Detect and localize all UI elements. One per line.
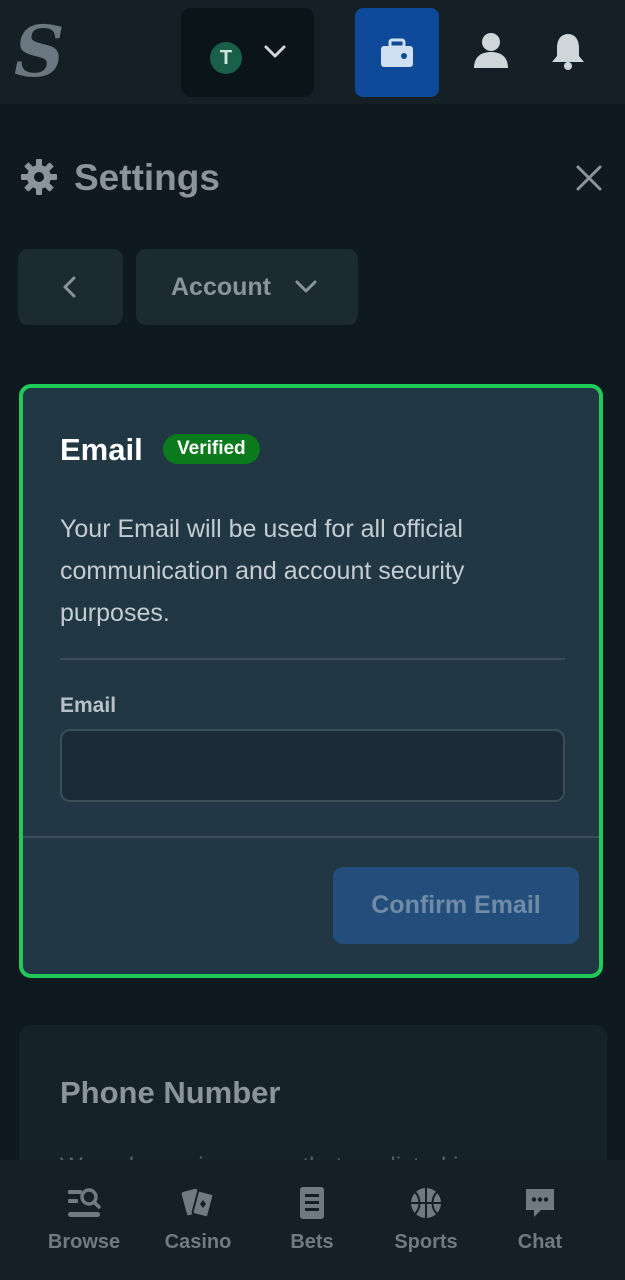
bottom-navigation: Browse Casino Bets Sports Chat bbox=[0, 1160, 625, 1280]
basketball-icon bbox=[411, 1188, 441, 1218]
nav-label: Bets bbox=[290, 1231, 334, 1253]
nav-item-casino[interactable]: Casino bbox=[143, 1160, 253, 1280]
verified-badge: Verified bbox=[163, 434, 260, 464]
email-card-footer: Confirm Email bbox=[23, 836, 599, 974]
wallet-icon bbox=[381, 38, 413, 67]
section-dropdown-label: Account bbox=[171, 273, 271, 301]
email-card-title: Email bbox=[60, 432, 143, 467]
top-bar: S T bbox=[0, 0, 625, 104]
browse-search-icon bbox=[68, 1188, 101, 1217]
bell-icon[interactable] bbox=[547, 30, 589, 72]
user-icon[interactable] bbox=[470, 30, 512, 72]
currency-selector[interactable]: T bbox=[181, 8, 314, 97]
nav-label: Casino bbox=[164, 1231, 232, 1253]
chevron-left-icon bbox=[63, 276, 76, 298]
nav-label: Browse bbox=[47, 1231, 121, 1253]
email-field-label: Email bbox=[60, 694, 117, 717]
email-card-description: Your Email will be used for all official… bbox=[60, 515, 465, 627]
nav-label: Sports bbox=[394, 1231, 458, 1253]
chat-bubble-icon bbox=[526, 1189, 554, 1217]
nav-item-bets[interactable]: Bets bbox=[257, 1160, 367, 1280]
confirm-email-button[interactable]: Confirm Email bbox=[333, 867, 579, 944]
nav-item-sports[interactable]: Sports bbox=[371, 1160, 481, 1280]
chevron-down-icon bbox=[264, 45, 286, 58]
wallet-button[interactable] bbox=[355, 8, 439, 97]
nav-item-chat[interactable]: Chat bbox=[485, 1160, 595, 1280]
divider bbox=[60, 658, 565, 660]
nav-label: Chat bbox=[517, 1231, 563, 1253]
bet-slip-icon bbox=[300, 1187, 324, 1219]
brand-logo[interactable]: S bbox=[14, 14, 68, 90]
page-title: Settings bbox=[74, 157, 220, 198]
email-field[interactable] bbox=[60, 729, 565, 802]
section-dropdown[interactable]: Account bbox=[136, 249, 358, 325]
back-button[interactable] bbox=[18, 249, 123, 325]
close-icon[interactable] bbox=[574, 163, 604, 193]
nav-item-browse[interactable]: Browse bbox=[29, 1160, 139, 1280]
tether-coin-icon: T bbox=[210, 42, 242, 74]
gear-icon bbox=[21, 159, 57, 195]
phone-card-title: Phone Number bbox=[60, 1075, 281, 1110]
email-card: Email Verified Your Email will be used f… bbox=[19, 384, 603, 978]
chevron-down-icon bbox=[295, 280, 317, 293]
cards-icon bbox=[181, 1188, 215, 1219]
